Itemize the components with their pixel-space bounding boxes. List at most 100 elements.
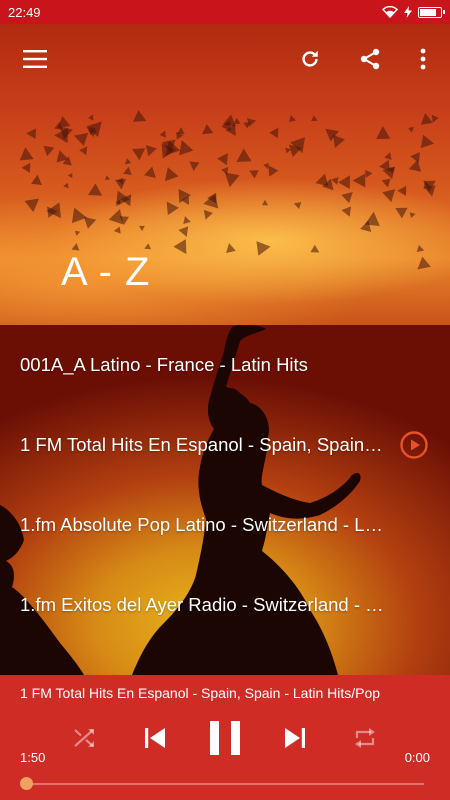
- mini-player: 1 FM Total Hits En Espanol - Spain, Spai…: [0, 675, 450, 800]
- page-title: A - Z: [61, 250, 151, 294]
- pattern-triangle: [289, 114, 298, 124]
- pattern-triangle: [86, 127, 96, 136]
- status-time: 22:49: [8, 4, 41, 20]
- pattern-triangle: [30, 173, 43, 185]
- pattern-triangle: [159, 167, 179, 187]
- pattern-triangle: [256, 239, 272, 256]
- wifi-icon: [382, 6, 398, 18]
- pattern-triangle: [176, 131, 184, 140]
- station-row-active[interactable]: 1 FM Total Hits En Espanol - Spain, Spai…: [0, 405, 450, 485]
- pattern-triangle: [387, 167, 396, 175]
- now-playing-title: 1 FM Total Hits En Espanol - Spain, Spai…: [20, 685, 381, 701]
- pattern-triangle: [103, 174, 111, 181]
- status-bar: 22:49: [0, 0, 450, 24]
- skip-next-icon: [285, 728, 305, 748]
- pattern-triangle: [352, 173, 366, 188]
- station-row[interactable]: 1.fm Exitos del Ayer Radio - Switzerland…: [0, 565, 450, 645]
- pattern-triangle: [384, 150, 394, 160]
- pattern-triangle: [21, 160, 35, 174]
- share-button[interactable]: [352, 41, 388, 77]
- pattern-triangle: [138, 225, 145, 232]
- pattern-triangle: [87, 183, 106, 202]
- station-list: 001A_A Latino - France - Latin Hits 1 FM…: [0, 325, 450, 675]
- pattern-triangle: [67, 173, 73, 179]
- pattern-triangle: [407, 124, 416, 133]
- pattern-triangle: [376, 126, 391, 140]
- pattern-triangle: [341, 206, 355, 219]
- pattern-triangle: [310, 115, 319, 125]
- pattern-triangle: [381, 178, 393, 188]
- station-name: 001A_A Latino - France - Latin Hits: [20, 354, 308, 375]
- pattern-triangle: [42, 145, 55, 157]
- pattern-triangle: [421, 134, 436, 151]
- pattern-triangle: [173, 239, 193, 259]
- more-vert-icon: [420, 48, 426, 70]
- toolbar: [0, 24, 450, 94]
- skip-previous-icon: [145, 728, 165, 748]
- refresh-icon: [302, 50, 318, 67]
- pattern-triangle: [328, 134, 345, 150]
- pattern-triangle: [382, 188, 398, 204]
- pattern-triangle: [416, 244, 426, 255]
- pattern-triangle: [221, 172, 240, 189]
- pattern-triangle: [409, 211, 417, 219]
- menu-button[interactable]: [17, 41, 53, 77]
- pattern-triangle: [293, 199, 302, 209]
- pattern-triangle: [25, 127, 37, 139]
- battery-icon: [418, 6, 445, 18]
- pattern-triangle: [341, 187, 357, 203]
- pattern-triangle: [71, 207, 89, 226]
- seek-bar[interactable]: [26, 783, 424, 785]
- previous-button[interactable]: [135, 718, 175, 758]
- pause-button[interactable]: [205, 718, 245, 758]
- pattern-triangle: [63, 182, 72, 190]
- pattern-triangle: [216, 149, 233, 166]
- station-name: 1.fm Absolute Pop Latino - Switzerland -…: [20, 514, 386, 535]
- pattern-triangle: [145, 143, 158, 157]
- shuffle-button[interactable]: [65, 718, 105, 758]
- share-icon: [360, 48, 380, 70]
- pattern-triangle: [79, 143, 92, 156]
- status-icons: [382, 6, 445, 18]
- next-button[interactable]: [275, 718, 315, 758]
- pattern-triangle: [262, 199, 269, 205]
- station-name: 1 FM Total Hits En Espanol - Spain, Spai…: [20, 434, 386, 455]
- repeat-icon: [355, 728, 375, 748]
- pattern-triangle: [247, 166, 259, 179]
- pattern-triangle: [364, 169, 373, 178]
- pattern-triangle: [310, 244, 322, 256]
- pattern-triangle: [18, 146, 34, 161]
- pattern-triangle: [360, 219, 375, 233]
- repeat-button[interactable]: [345, 718, 385, 758]
- pattern-triangle: [392, 202, 408, 219]
- pattern-triangle: [113, 226, 121, 235]
- pattern-triangle: [174, 137, 194, 156]
- pause-icon: [210, 721, 240, 755]
- station-row[interactable]: 1.fm Absolute Pop Latino - Switzerland -…: [0, 485, 450, 565]
- seek-thumb[interactable]: [20, 777, 33, 790]
- overflow-menu-button[interactable]: [405, 41, 441, 77]
- pattern-triangle: [181, 215, 192, 225]
- pattern-triangle: [223, 242, 236, 254]
- pattern-triangle: [178, 225, 193, 239]
- pattern-triangle: [188, 161, 200, 172]
- refresh-button[interactable]: [292, 41, 328, 77]
- station-name: 1.fm Exitos del Ayer Radio - Switzerland…: [20, 594, 386, 615]
- pattern-triangle: [231, 148, 252, 169]
- pattern-triangle: [71, 128, 89, 146]
- pattern-triangle: [397, 183, 411, 197]
- station-row[interactable]: 001A_A Latino - France - Latin Hits: [0, 325, 450, 405]
- charging-icon: [404, 6, 412, 18]
- shuffle-icon: [74, 729, 94, 747]
- pattern-triangle: [268, 124, 283, 138]
- play-circle-icon[interactable]: [399, 430, 429, 460]
- pattern-triangle: [74, 230, 81, 237]
- pattern-triangle: [201, 209, 214, 221]
- pattern-triangle: [122, 165, 133, 175]
- pattern-triangle: [242, 121, 251, 129]
- pattern-triangle: [144, 166, 160, 183]
- total-duration: 0:00: [404, 750, 430, 765]
- pattern-triangle: [419, 112, 434, 126]
- pattern-triangle: [132, 148, 147, 161]
- header-banner: A - Z: [0, 24, 450, 325]
